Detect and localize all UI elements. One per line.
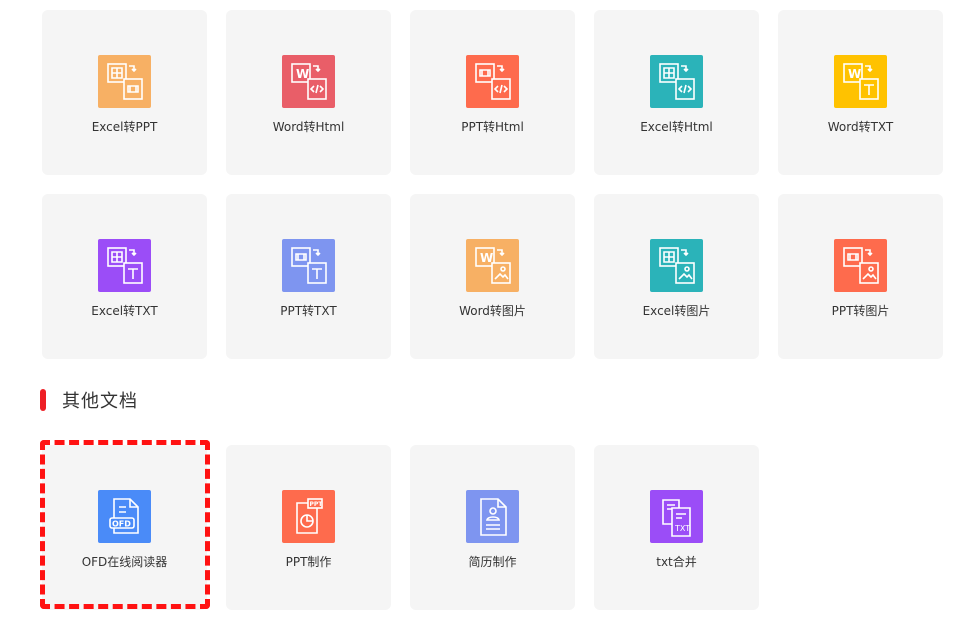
card-label: PPT转Html <box>461 120 524 134</box>
svg-text:PPT: PPT <box>309 501 323 508</box>
section-title: 其他文档 <box>62 391 138 412</box>
card-ppt-to-txt[interactable]: PPT转TXT <box>226 194 391 359</box>
card-word-to-html[interactable]: W Word转Html <box>226 10 391 175</box>
card-label: Word转TXT <box>827 120 894 134</box>
excel-to-image-icon <box>650 239 703 292</box>
svg-text:TXT: TXT <box>674 524 690 533</box>
card-excel-to-ppt[interactable]: Excel转PPT <box>42 10 207 175</box>
txt-merge-icon: TXT <box>650 490 703 543</box>
card-word-to-image[interactable]: W Word转图片 <box>410 194 575 359</box>
word-to-image-icon: W <box>466 239 519 292</box>
section-accent-bar <box>40 389 46 411</box>
resume-maker-icon <box>466 490 519 543</box>
ppt-to-html-icon <box>466 55 519 108</box>
card-excel-to-txt[interactable]: Excel转TXT <box>42 194 207 359</box>
card-label: Excel转PPT <box>91 120 158 134</box>
svg-text:OFD: OFD <box>112 519 131 528</box>
card-label: 简历制作 <box>468 555 517 569</box>
word-to-html-icon: W <box>282 55 335 108</box>
converter-grid-row-1: Excel转PPT W Word转Html PPT转Html Excel转Htm… <box>42 10 943 175</box>
card-label: Excel转TXT <box>91 304 158 318</box>
card-label: PPT转TXT <box>280 304 337 318</box>
card-ppt-to-html[interactable]: PPT转Html <box>410 10 575 175</box>
card-excel-to-image[interactable]: Excel转图片 <box>594 194 759 359</box>
ofd-reader-icon: OFD <box>98 490 151 543</box>
word-to-txt-icon: W <box>834 55 887 108</box>
ppt-to-image-icon <box>834 239 887 292</box>
card-label: PPT制作 <box>285 555 332 569</box>
excel-to-html-icon <box>650 55 703 108</box>
excel-to-txt-icon <box>98 239 151 292</box>
section-header-other-docs: 其他文档 <box>40 388 138 412</box>
excel-to-ppt-icon <box>98 55 151 108</box>
card-label: OFD在线阅读器 <box>81 555 168 569</box>
card-ofd-reader[interactable]: OFD OFD在线阅读器 <box>42 445 207 610</box>
other-docs-grid: OFD OFD在线阅读器 PPT PPT制作 简历制作 TXT txt合并 <box>42 445 759 610</box>
card-ppt-to-image[interactable]: PPT转图片 <box>778 194 943 359</box>
ppt-maker-icon: PPT <box>282 490 335 543</box>
card-label: Word转图片 <box>459 304 526 318</box>
card-label: PPT转图片 <box>831 304 890 318</box>
card-label: Excel转图片 <box>642 304 711 318</box>
ppt-to-txt-icon <box>282 239 335 292</box>
card-label: txt合并 <box>656 555 697 569</box>
card-label: Word转Html <box>272 120 345 134</box>
card-label: Excel转Html <box>640 120 713 134</box>
converter-grid-row-2: Excel转TXT PPT转TXT W Word转图片 Excel转图片 PPT… <box>42 194 943 359</box>
card-ppt-maker[interactable]: PPT PPT制作 <box>226 445 391 610</box>
card-word-to-txt[interactable]: W Word转TXT <box>778 10 943 175</box>
card-resume-maker[interactable]: 简历制作 <box>410 445 575 610</box>
card-txt-merge[interactable]: TXT txt合并 <box>594 445 759 610</box>
card-excel-to-html[interactable]: Excel转Html <box>594 10 759 175</box>
